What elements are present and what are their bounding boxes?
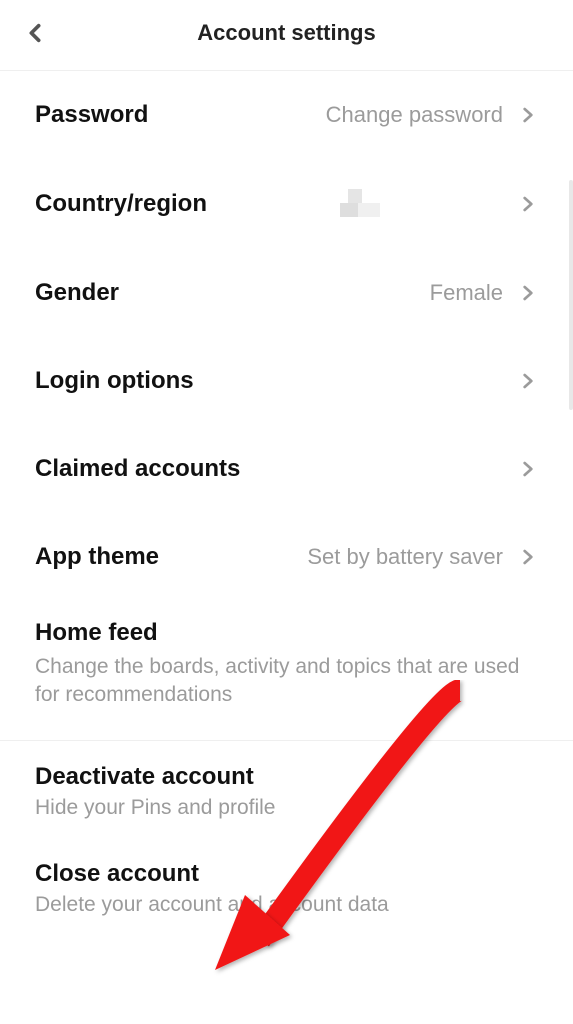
- chevron-right-icon: [518, 194, 538, 214]
- theme-label: App theme: [35, 543, 159, 571]
- close-subtitle: Delete your account and account data: [35, 893, 538, 917]
- country-value-redacted: [330, 189, 380, 219]
- deactivate-subtitle: Hide your Pins and profile: [35, 796, 538, 820]
- chevron-left-icon: [24, 22, 46, 44]
- password-label: Password: [35, 101, 148, 129]
- chevron-right-icon: [518, 371, 538, 391]
- row-deactivate-account[interactable]: Deactivate account Hide your Pins and pr…: [35, 741, 538, 830]
- chevron-right-icon: [518, 105, 538, 125]
- gender-label: Gender: [35, 279, 119, 307]
- back-button[interactable]: [20, 18, 50, 48]
- settings-list: Password Change password Country/region …: [0, 71, 573, 740]
- row-close-account[interactable]: Close account Delete your account and ac…: [35, 830, 538, 927]
- deactivate-title: Deactivate account: [35, 763, 538, 791]
- country-label: Country/region: [35, 190, 207, 218]
- close-title: Close account: [35, 860, 538, 888]
- row-home-feed[interactable]: Home feed Change the boards, activity an…: [35, 601, 538, 740]
- password-value: Change password: [148, 102, 503, 128]
- login-label: Login options: [35, 367, 194, 395]
- row-gender[interactable]: Gender Female: [35, 249, 538, 337]
- row-password[interactable]: Password Change password: [35, 71, 538, 159]
- row-claimed-accounts[interactable]: Claimed accounts: [35, 425, 538, 513]
- row-login-options[interactable]: Login options: [35, 337, 538, 425]
- theme-value: Set by battery saver: [159, 544, 503, 570]
- gender-value: Female: [119, 280, 503, 306]
- homefeed-title: Home feed: [35, 619, 538, 647]
- claimed-label: Claimed accounts: [35, 455, 240, 483]
- chevron-right-icon: [518, 283, 538, 303]
- account-actions: Deactivate account Hide your Pins and pr…: [0, 741, 573, 927]
- page-title: Account settings: [20, 20, 553, 46]
- homefeed-subtitle: Change the boards, activity and topics t…: [35, 653, 538, 710]
- chevron-right-icon: [518, 547, 538, 567]
- chevron-right-icon: [518, 459, 538, 479]
- row-app-theme[interactable]: App theme Set by battery saver: [35, 513, 538, 601]
- row-country[interactable]: Country/region: [35, 159, 538, 249]
- header-bar: Account settings: [0, 0, 573, 65]
- scroll-indicator: [569, 180, 573, 410]
